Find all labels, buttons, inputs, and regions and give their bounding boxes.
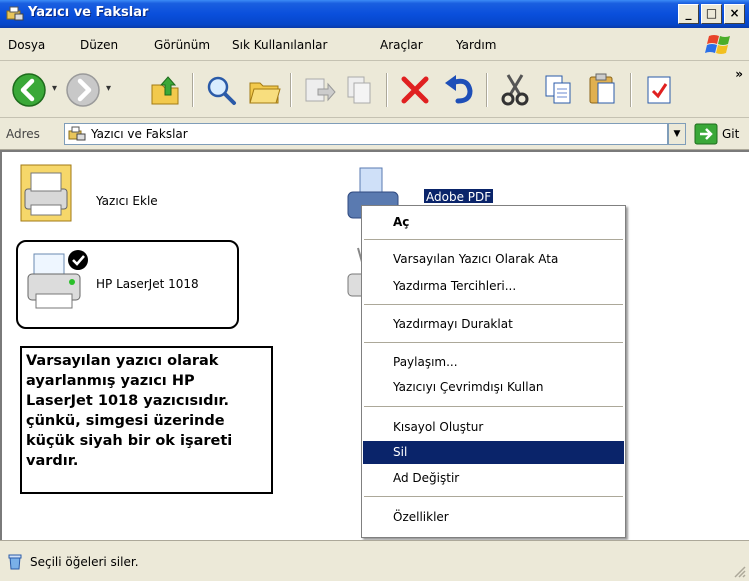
menu-araclar[interactable]: Araçlar <box>380 38 423 52</box>
note-line: çünkü, simgesi üzerinde <box>26 413 225 429</box>
folders-icon[interactable] <box>246 71 284 109</box>
status-text: Seçili öğeleri siler. <box>30 555 139 569</box>
menu-duzen[interactable]: Düzen <box>80 38 118 52</box>
menu-separator <box>364 342 623 343</box>
close-button[interactable]: × <box>724 4 745 24</box>
recycle-bin-icon <box>8 554 22 570</box>
resize-grip-icon[interactable] <box>732 564 746 578</box>
menu-item-pause[interactable]: Yazdırmayı Duraklat <box>363 313 624 336</box>
menu-separator <box>364 406 623 407</box>
toolbar-separator <box>386 73 388 107</box>
paste-icon[interactable] <box>584 71 622 109</box>
toolbar-separator <box>630 73 632 107</box>
copy-icon[interactable] <box>540 71 578 109</box>
toolbar-separator <box>486 73 488 107</box>
up-folder-icon[interactable] <box>146 71 184 109</box>
menu-bar: Dosya Düzen Görünüm Sık Kullanılanlar Ar… <box>0 28 749 61</box>
note-line: vardır. <box>26 453 79 469</box>
menu-item-set-default[interactable]: Varsayılan Yazıcı Olarak Ata <box>363 248 624 271</box>
add-printer-icon[interactable] <box>17 161 77 225</box>
cut-icon[interactable] <box>496 71 534 109</box>
note-line: küçük siyah bir ok işareti <box>26 433 233 449</box>
properties-icon[interactable] <box>640 71 678 109</box>
minimize-button[interactable]: _ <box>678 4 699 24</box>
move-to-icon[interactable] <box>300 71 338 109</box>
back-dropdown-icon[interactable]: ▾ <box>52 83 57 94</box>
toolbar-separator <box>290 73 292 107</box>
menu-item-use-offline[interactable]: Yazıcıyı Çevrimdışı Kullan <box>363 376 624 399</box>
add-printer-label[interactable]: Yazıcı Ekle <box>96 194 158 208</box>
menu-item-printing-preferences[interactable]: Yazdırma Tercihleri... <box>363 275 624 298</box>
title-bar: Yazıcı ve Fakslar _ □ × <box>0 0 749 28</box>
menu-separator <box>364 304 623 305</box>
address-bar: Adres Yazıcı ve Fakslar ▼ Git <box>0 118 749 150</box>
menu-separator <box>364 496 623 497</box>
status-bar: Seçili öğeleri siler. <box>0 540 749 581</box>
window-title: Yazıcı ve Fakslar <box>28 5 149 20</box>
hp-printer-label[interactable]: HP LaserJet 1018 <box>96 277 199 291</box>
maximize-button[interactable]: □ <box>701 4 722 24</box>
printer-folder-icon <box>6 6 24 21</box>
toolbar-separator <box>192 73 194 107</box>
menu-item-delete[interactable]: Sil <box>363 441 624 464</box>
back-icon[interactable] <box>10 71 48 109</box>
toolbar: ▾ ▾ » <box>0 61 749 118</box>
menu-dosya[interactable]: Dosya <box>8 38 45 52</box>
address-dropdown-icon[interactable]: ▼ <box>668 123 686 145</box>
forward-dropdown-icon[interactable]: ▾ <box>106 83 111 94</box>
address-value: Yazıcı ve Fakslar <box>91 127 188 141</box>
note-line: Varsayılan yazıcı olarak <box>26 353 219 369</box>
menu-item-open[interactable]: Aç <box>363 211 624 234</box>
context-menu: Aç Varsayılan Yazıcı Olarak Ata Yazdırma… <box>361 205 626 538</box>
go-arrow-icon[interactable] <box>694 123 718 145</box>
printer-icon[interactable] <box>24 246 92 316</box>
delete-icon[interactable] <box>396 71 434 109</box>
menu-sik-kullanilanlar[interactable]: Sık Kullanılanlar <box>232 38 327 52</box>
menu-item-properties[interactable]: Özellikler <box>363 506 624 529</box>
menu-yardim[interactable]: Yardım <box>456 38 496 52</box>
menu-item-rename[interactable]: Ad Değiştir <box>363 467 624 490</box>
explanation-note: Varsayılan yazıcı olarak ayarlanmış yazı… <box>20 346 273 494</box>
address-label: Adres <box>6 127 40 141</box>
forward-icon[interactable] <box>64 71 102 109</box>
adobe-pdf-label[interactable]: Adobe PDF <box>424 189 494 203</box>
go-button[interactable]: Git <box>722 127 739 141</box>
menu-item-create-shortcut[interactable]: Kısayol Oluştur <box>363 416 624 439</box>
menu-gorunum[interactable]: Görünüm <box>154 38 210 52</box>
printer-folder-icon <box>68 126 86 141</box>
note-line: LaserJet 1018 yazıcısıdır. <box>26 393 230 409</box>
menu-item-sharing[interactable]: Paylaşım... <box>363 351 624 374</box>
search-icon[interactable] <box>202 71 240 109</box>
copy-to-icon[interactable] <box>342 71 380 109</box>
menu-separator <box>364 239 623 240</box>
undo-icon[interactable] <box>440 71 478 109</box>
windows-logo-icon <box>705 35 730 54</box>
toolbar-more-icon[interactable]: » <box>735 67 743 81</box>
address-input[interactable]: Yazıcı ve Fakslar <box>64 123 668 145</box>
note-line: ayarlanmış yazıcı HP <box>26 373 195 389</box>
